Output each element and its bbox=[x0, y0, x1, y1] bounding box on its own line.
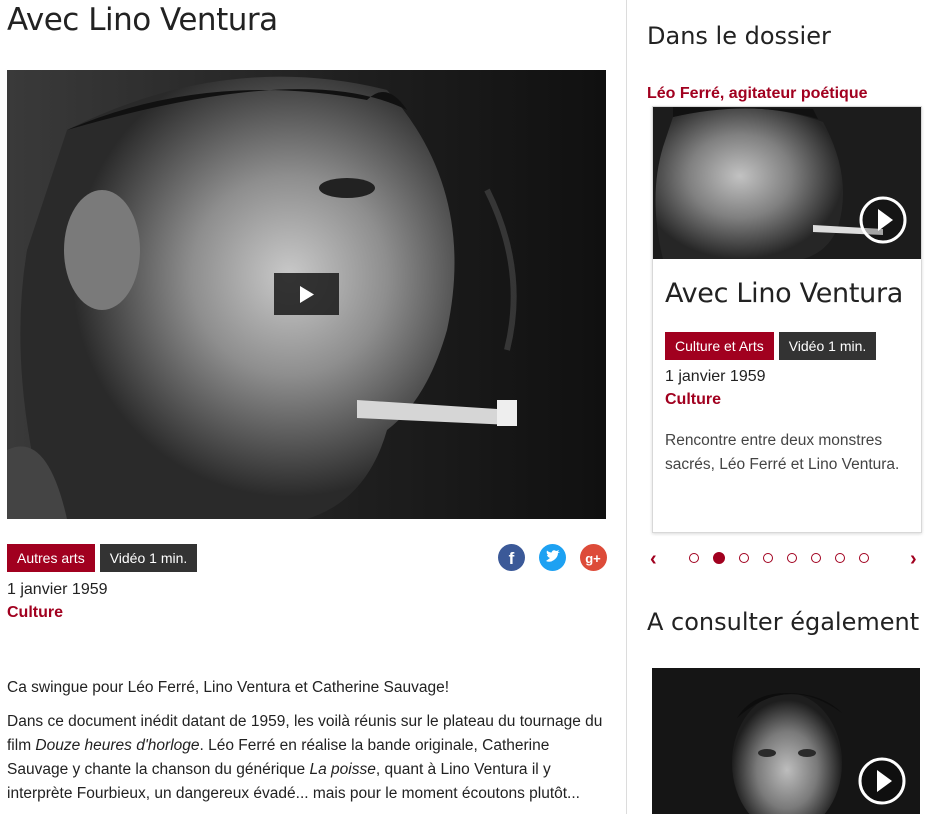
tag-list: Autres arts Vidéo 1 min. bbox=[7, 544, 198, 572]
dossier-heading: Dans le dossier bbox=[647, 22, 831, 50]
carousel-dot[interactable] bbox=[689, 553, 699, 563]
description-body: Dans ce document inédit datant de 1959, … bbox=[7, 713, 603, 802]
carousel-prev-icon[interactable]: ‹ bbox=[650, 548, 657, 571]
card-tag-list: Culture et Arts Vidéo 1 min. bbox=[665, 332, 877, 360]
card-description: Rencontre entre deux monstres sacrés, Lé… bbox=[665, 432, 900, 473]
category-link[interactable]: Culture bbox=[7, 604, 63, 622]
card-category[interactable]: Culture bbox=[665, 391, 721, 409]
svg-text:g+: g+ bbox=[585, 551, 601, 566]
song-title: La poisse bbox=[309, 761, 376, 778]
carousel-next-icon[interactable]: › bbox=[910, 548, 917, 571]
social-share: f g+ bbox=[498, 544, 607, 571]
dossier-card[interactable]: Avec Lino Ventura Culture et Arts Vidéo … bbox=[652, 106, 922, 533]
film-title: Douze heures d'horloge bbox=[35, 737, 200, 754]
play-icon bbox=[300, 286, 314, 303]
video-player[interactable] bbox=[7, 70, 606, 519]
facebook-icon[interactable]: f bbox=[498, 544, 525, 571]
carousel-dot[interactable] bbox=[835, 553, 845, 563]
card-title[interactable]: Avec Lino Ventura bbox=[665, 278, 903, 309]
page-title: Avec Lino Ventura bbox=[7, 2, 278, 38]
description-intro: Ca swingue pour Léo Ferré, Lino Ventura … bbox=[7, 679, 450, 696]
also-heading: A consulter également bbox=[647, 608, 920, 636]
carousel-dot[interactable] bbox=[859, 553, 869, 563]
dossier-link[interactable]: Léo Ferré, agitateur poétique bbox=[647, 85, 867, 103]
related-thumbnail[interactable] bbox=[652, 668, 920, 814]
carousel-dot[interactable] bbox=[787, 553, 797, 563]
play-button[interactable] bbox=[274, 273, 339, 315]
carousel-dot[interactable] bbox=[763, 553, 773, 563]
main-content: Avec Lino Ventura Autres arts Vidéo 1 mi… bbox=[0, 0, 626, 814]
card-tag-culture-arts[interactable]: Culture et Arts bbox=[665, 332, 774, 360]
related-play-icon[interactable] bbox=[857, 756, 907, 806]
tag-autres-arts[interactable]: Autres arts bbox=[7, 544, 95, 572]
card-date: 1 janvier 1959 bbox=[665, 368, 766, 385]
publication-date: 1 janvier 1959 bbox=[7, 581, 108, 598]
twitter-icon[interactable] bbox=[539, 544, 566, 571]
carousel-dot[interactable] bbox=[739, 553, 749, 563]
card-tag-video-duration[interactable]: Vidéo 1 min. bbox=[778, 332, 877, 360]
carousel-dot-active[interactable] bbox=[713, 552, 725, 564]
svg-text:f: f bbox=[509, 549, 515, 568]
card-play-icon[interactable] bbox=[858, 195, 908, 245]
carousel-dot[interactable] bbox=[811, 553, 821, 563]
description: Ca swingue pour Léo Ferré, Lino Ventura … bbox=[7, 676, 607, 816]
card-thumbnail[interactable] bbox=[653, 107, 921, 259]
tag-video-duration[interactable]: Vidéo 1 min. bbox=[99, 544, 198, 572]
carousel-nav: ‹ › bbox=[647, 548, 927, 570]
carousel-dots bbox=[689, 552, 869, 564]
sidebar: Dans le dossier Léo Ferré, agitateur poé… bbox=[627, 0, 931, 814]
google-plus-icon[interactable]: g+ bbox=[580, 544, 607, 571]
